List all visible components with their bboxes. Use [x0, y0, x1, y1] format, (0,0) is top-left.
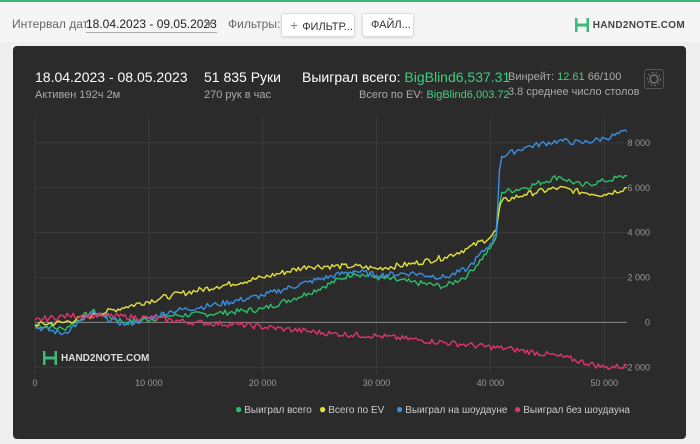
legend-dot: ● — [396, 402, 404, 416]
filters-label: Фильтры: — [228, 17, 281, 31]
watermark-text: HAND2NOTE.COM — [61, 352, 150, 364]
legend-item-nonshowdown[interactable]: ● Выиграл без шоудауна — [514, 402, 630, 416]
x-tick-label: 40 000 — [477, 378, 505, 388]
legend-dot: ● — [319, 402, 327, 416]
logo-icon — [574, 18, 589, 32]
legend-label: Выиграл всего — [244, 405, 312, 416]
series-line-1 — [34, 185, 628, 328]
filter-button[interactable]: + ФИЛЬТР... — [281, 13, 355, 37]
y-tick-label: 6 000 — [627, 183, 650, 193]
interval-label: Интервал дат: — [12, 17, 92, 31]
y-tick-label: 0 — [645, 317, 650, 327]
watermark-logo-icon — [43, 351, 57, 365]
legend-label: Выиграл без шоудауна — [523, 405, 630, 416]
x-tick-label: 10 000 — [135, 378, 163, 388]
y-tick-label: -2 000 — [624, 362, 650, 372]
filter-button-label: ФИЛЬТР... — [302, 21, 353, 33]
logo: HAND2NOTE.COM — [574, 15, 685, 35]
series-line-0 — [34, 175, 627, 331]
y-tick-label: 2 000 — [627, 273, 650, 283]
legend-item-won[interactable]: ● Выиграл всего — [235, 402, 312, 416]
y-tick-label: 4 000 — [627, 228, 650, 238]
chart: 0 10 000 20 000 30 000 40 000 50 000 8 000 6 00… — [32, 116, 650, 388]
legend-item-ev[interactable]: ● Всего по EV — [319, 402, 384, 416]
file-button-label: ФАЙЛ... — [371, 19, 411, 31]
legend-label: Всего по EV — [328, 405, 385, 416]
legend-item-showdown[interactable]: ● Выиграл на шоудауне — [396, 402, 507, 416]
y-tick-label: 8 000 — [627, 138, 650, 148]
toolbar: Интервал дат: 18.04.2023 - 09.05.2023 Фи… — [0, 0, 700, 42]
legend-dot: ● — [514, 402, 522, 416]
logo-text: HAND2NOTE.COM — [592, 19, 685, 31]
chevron-down-icon[interactable] — [205, 22, 213, 27]
legend-label: Выиграл на шоудауне — [405, 405, 508, 416]
graph-panel: 18.04.2023 - 08.05.2023 Активен 192ч 2м … — [13, 46, 686, 439]
x-tick-label: 20 000 — [249, 378, 277, 388]
legend-dot: ● — [235, 402, 243, 416]
file-button[interactable]: ФАЙЛ... — [362, 13, 414, 37]
watermark: HAND2NOTE.COM — [43, 350, 149, 366]
x-tick-label: 50 000 — [590, 378, 618, 388]
plus-icon: + — [290, 17, 299, 33]
x-tick-label: 30 000 — [363, 378, 391, 388]
date-range-picker[interactable]: 18.04.2023 - 09.05.2023 — [86, 17, 217, 33]
x-tick-label: 0 — [32, 378, 37, 388]
